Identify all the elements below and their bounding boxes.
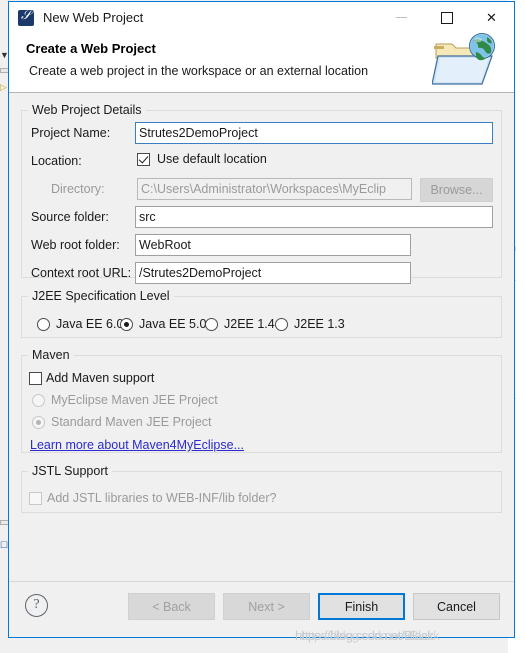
- checkbox-icon: [29, 491, 42, 505]
- radio-j2ee-13[interactable]: J2EE 1.3: [275, 317, 345, 331]
- project-name-input[interactable]: [135, 122, 493, 144]
- new-web-project-dialog: New Web Project ✕ Create a Web Project C…: [8, 1, 515, 638]
- radio-label: Java EE 5.0: [139, 317, 207, 331]
- toolbar-arrow-icon: ▷: [0, 82, 7, 92]
- radio-label: MyEclipse Maven JEE Project: [51, 393, 218, 407]
- directory-label: Directory:: [51, 182, 105, 196]
- source-folder-label: Source folder:: [31, 210, 109, 224]
- maven4myeclipse-link[interactable]: Learn more about Maven4MyEclipse...: [30, 438, 244, 452]
- radio-j2ee-14[interactable]: J2EE 1.4: [205, 317, 275, 331]
- project-name-label: Project Name:: [31, 126, 111, 140]
- web-root-folder-label: Web root folder:: [31, 238, 120, 252]
- dialog-title: New Web Project: [43, 10, 144, 25]
- use-default-location-label: Use default location: [157, 152, 267, 166]
- add-jstl-libraries-label: Add JSTL libraries to WEB-INF/lib folder…: [47, 491, 277, 505]
- use-default-location-checkbox[interactable]: Use default location: [137, 152, 267, 166]
- add-jstl-libraries-checkbox[interactable]: Add JSTL libraries to WEB-INF/lib folder…: [29, 491, 276, 505]
- radio-icon: [32, 393, 45, 407]
- radio-label: Standard Maven JEE Project: [51, 415, 212, 429]
- dialog-body: Web Project Details Project Name: Locati…: [9, 93, 514, 581]
- radio-icon: [205, 317, 218, 331]
- radio-java-ee-60[interactable]: Java EE 6.0: [37, 317, 123, 331]
- back-button[interactable]: < Back: [128, 593, 215, 620]
- next-button[interactable]: Next >: [223, 593, 310, 620]
- radio-icon: [32, 415, 45, 429]
- jstl-support-legend: JSTL Support: [32, 464, 108, 478]
- checkbox-icon: [137, 152, 150, 166]
- page-description: Create a web project in the workspace or…: [29, 64, 369, 78]
- dialog-footer: ? < Back Next > Finish Cancel: [9, 581, 514, 637]
- radio-label: J2EE 1.3: [294, 317, 345, 331]
- page-title: Create a Web Project: [26, 41, 156, 56]
- myeclipse-logo-icon: [18, 8, 34, 26]
- radio-label: J2EE 1.4: [224, 317, 275, 331]
- radio-label: Java EE 6.0: [56, 317, 124, 331]
- location-label: Location:: [31, 154, 82, 168]
- radio-standard-maven-jee[interactable]: Standard Maven JEE Project: [32, 415, 212, 429]
- toolbar-view-icon: ☐: [0, 540, 9, 550]
- dialog-header: Create a Web Project Create a web projec…: [9, 33, 514, 93]
- jstl-support-group: JSTL Support: [21, 464, 502, 513]
- radio-java-ee-50[interactable]: Java EE 5.0: [120, 317, 206, 331]
- radio-icon: [275, 317, 288, 331]
- minimize-button[interactable]: [379, 2, 424, 33]
- web-root-folder-input[interactable]: [135, 234, 411, 256]
- checkbox-icon: [29, 371, 42, 385]
- finish-button[interactable]: Finish: [318, 593, 405, 620]
- web-project-details-legend: Web Project Details: [32, 103, 142, 117]
- radio-myeclipse-maven-jee[interactable]: MyEclipse Maven JEE Project: [32, 393, 218, 407]
- directory-input[interactable]: [137, 178, 412, 200]
- add-maven-support-checkbox[interactable]: Add Maven support: [29, 371, 154, 385]
- minimize-icon: [396, 17, 407, 18]
- browse-button[interactable]: Browse...: [420, 178, 493, 202]
- radio-icon: [37, 317, 50, 331]
- source-folder-input[interactable]: [135, 206, 493, 228]
- context-root-url-label: Context root URL:: [31, 266, 132, 280]
- maven-legend: Maven: [32, 348, 70, 362]
- web-folder-globe-icon: [432, 33, 495, 85]
- radio-icon: [120, 317, 133, 331]
- maximize-button[interactable]: [424, 2, 469, 33]
- context-root-url-input[interactable]: [135, 262, 411, 284]
- cancel-button[interactable]: Cancel: [413, 593, 500, 620]
- help-icon[interactable]: ?: [25, 594, 48, 617]
- window-controls: ✕: [379, 2, 514, 33]
- maximize-icon: [440, 11, 453, 24]
- dialog-titlebar[interactable]: New Web Project ✕: [9, 2, 514, 33]
- close-icon: ✕: [486, 10, 497, 25]
- add-maven-support-label: Add Maven support: [46, 371, 155, 385]
- j2ee-spec-legend: J2EE Specification Level: [32, 289, 170, 303]
- close-button[interactable]: ✕: [469, 2, 514, 33]
